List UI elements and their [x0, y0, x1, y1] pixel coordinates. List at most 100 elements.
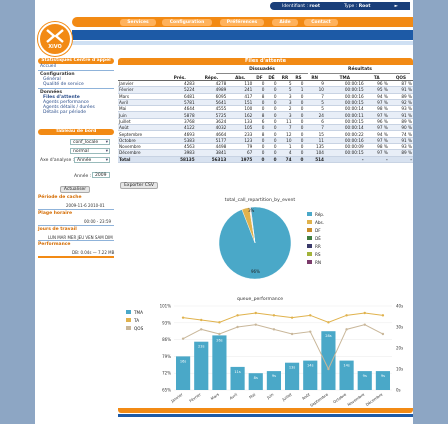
- user-info-bar: Identifiant : root Type : Root ►: [270, 2, 410, 10]
- series-point: [272, 328, 276, 331]
- bar-data-label: 9s: [381, 374, 385, 378]
- divider: [38, 70, 114, 71]
- legend-swatch: [126, 326, 131, 330]
- x-tick-label: Septembre: [309, 391, 330, 407]
- legend-label: Rép.: [315, 211, 325, 217]
- period-select[interactable]: Année ▾: [74, 157, 110, 163]
- bar-tma: [194, 341, 209, 390]
- nav-services[interactable]: Services: [120, 18, 156, 26]
- y-left-tick: 79%: [162, 354, 171, 359]
- legend-swatch: [307, 252, 312, 256]
- bar-data-label: 13s: [289, 366, 296, 370]
- pie-legend: Rép. Abs. DF DÉ RR RS RN: [307, 210, 324, 266]
- series-point: [381, 332, 385, 336]
- xivo-logo[interactable]: XiVO: [38, 22, 72, 56]
- table-cell: 74: [277, 156, 293, 163]
- table-cell: 58135: [164, 156, 196, 163]
- series-point: [200, 328, 203, 331]
- time-range-title: Plage horaire: [38, 211, 73, 216]
- logo-cross-icon: [46, 29, 64, 43]
- pie-legend-item: RR: [307, 242, 324, 250]
- nav-contact[interactable]: Contact: [304, 18, 338, 26]
- table-cell: -: [324, 156, 365, 163]
- nav-configuration[interactable]: Configuration: [162, 18, 212, 26]
- pie-label: 96%: [251, 269, 260, 274]
- table-total-row: Total 58135 56313 1975 0 0 74 0 514- - -: [118, 156, 413, 163]
- chevron-down-icon: ▾: [105, 158, 108, 163]
- x-tick-label: Août: [301, 391, 311, 400]
- sidebar-item-period-details[interactable]: Détails par période: [38, 110, 114, 115]
- series-point: [254, 311, 257, 315]
- bar-tma: [321, 331, 336, 390]
- series-point: [309, 314, 312, 317]
- legend-swatch: [307, 212, 312, 216]
- export-csv-button[interactable]: Exporter CSV: [120, 182, 158, 189]
- type-value: Root: [358, 3, 371, 9]
- pie-legend-item: RS: [307, 250, 324, 258]
- cache-period-value: 2009-11-6 2010-01: [66, 203, 105, 208]
- series-point: [345, 314, 348, 317]
- series-point: [290, 332, 294, 336]
- apply-button[interactable]: Actualiser: [60, 186, 90, 193]
- sidebar-item-accueil[interactable]: Accueil: [38, 64, 114, 69]
- sidebar: Statistiques Centre d'appel Accueil Conf…: [38, 58, 114, 115]
- series-point: [327, 321, 330, 324]
- x-tick-label: Avril: [228, 392, 238, 401]
- nav-preferences[interactable]: Préférences: [220, 18, 264, 26]
- table-cell: -: [388, 156, 413, 163]
- bar-data-label: 26s: [216, 338, 223, 342]
- table-cell: -: [364, 156, 389, 163]
- column-groups: Dissuadés Résultats: [118, 66, 413, 74]
- legend-swatch: [307, 236, 312, 240]
- year-label: Année :: [74, 174, 92, 179]
- bar-data-label: 23s: [198, 345, 205, 349]
- series-point: [363, 323, 366, 326]
- bar-data-label: 9s: [272, 374, 276, 378]
- bar-data-label: 11s: [234, 370, 241, 374]
- series-point: [181, 316, 185, 319]
- table-cell: 0: [292, 156, 305, 163]
- y-left-tick: 101%: [160, 304, 172, 309]
- legend-swatch: [307, 244, 312, 248]
- content-footer: [118, 408, 413, 413]
- year-select-value: 2009: [95, 173, 107, 178]
- analysis-axis-label: Axe d'analyse :: [40, 158, 75, 163]
- logo-text: XiVO: [48, 44, 62, 50]
- bar-tma: [212, 335, 227, 390]
- chevron-down-icon: ▾: [105, 149, 108, 154]
- x-tick-label: Mars: [210, 392, 220, 401]
- legend-label: DF: [315, 227, 321, 233]
- sidebar-item-qos[interactable]: Qualité de service: [38, 82, 114, 87]
- series-point: [309, 330, 312, 333]
- sub-nav-bar: [72, 30, 413, 40]
- legend-label: RS: [315, 251, 321, 257]
- year-select[interactable]: 2009: [92, 172, 110, 178]
- x-tick-label: Décembre: [365, 391, 384, 407]
- x-tick-label: Janvier: [169, 391, 184, 403]
- divider: [38, 240, 114, 241]
- series-point: [218, 332, 221, 336]
- conf-select[interactable]: conf_locale ▾: [70, 139, 110, 145]
- x-tick-label: Février: [188, 391, 202, 403]
- type-label: Type :: [343, 3, 358, 9]
- legend-label: TA: [134, 317, 140, 323]
- series-point: [290, 316, 294, 319]
- divider: [38, 209, 114, 210]
- identified-label: Identifiant :: [282, 3, 308, 9]
- divider: [38, 88, 114, 89]
- axis-select-value: normal: [73, 149, 89, 154]
- pie-legend-item: DÉ: [307, 234, 324, 242]
- pie-label: 3%: [248, 208, 255, 213]
- table-cell: Total: [118, 156, 164, 163]
- series-point: [236, 314, 239, 317]
- sub-nav-stripe: [72, 41, 413, 45]
- y-left-tick: 86%: [162, 337, 171, 342]
- group-resultats: Résultats: [310, 66, 410, 74]
- axis-select[interactable]: normal ▾: [70, 148, 110, 154]
- bar-chart: 101% 93% 86% 79% 72% 65% 40s 30s 20s 10s 0s 16s 23s 2…: [160, 304, 404, 408]
- bar-data-label: 9s: [363, 374, 367, 378]
- nav-help[interactable]: Aide: [272, 18, 298, 26]
- y-right-tick: 0s: [396, 388, 401, 393]
- pie-legend-item: RN: [307, 258, 324, 266]
- logout-icon[interactable]: ►: [395, 4, 398, 9]
